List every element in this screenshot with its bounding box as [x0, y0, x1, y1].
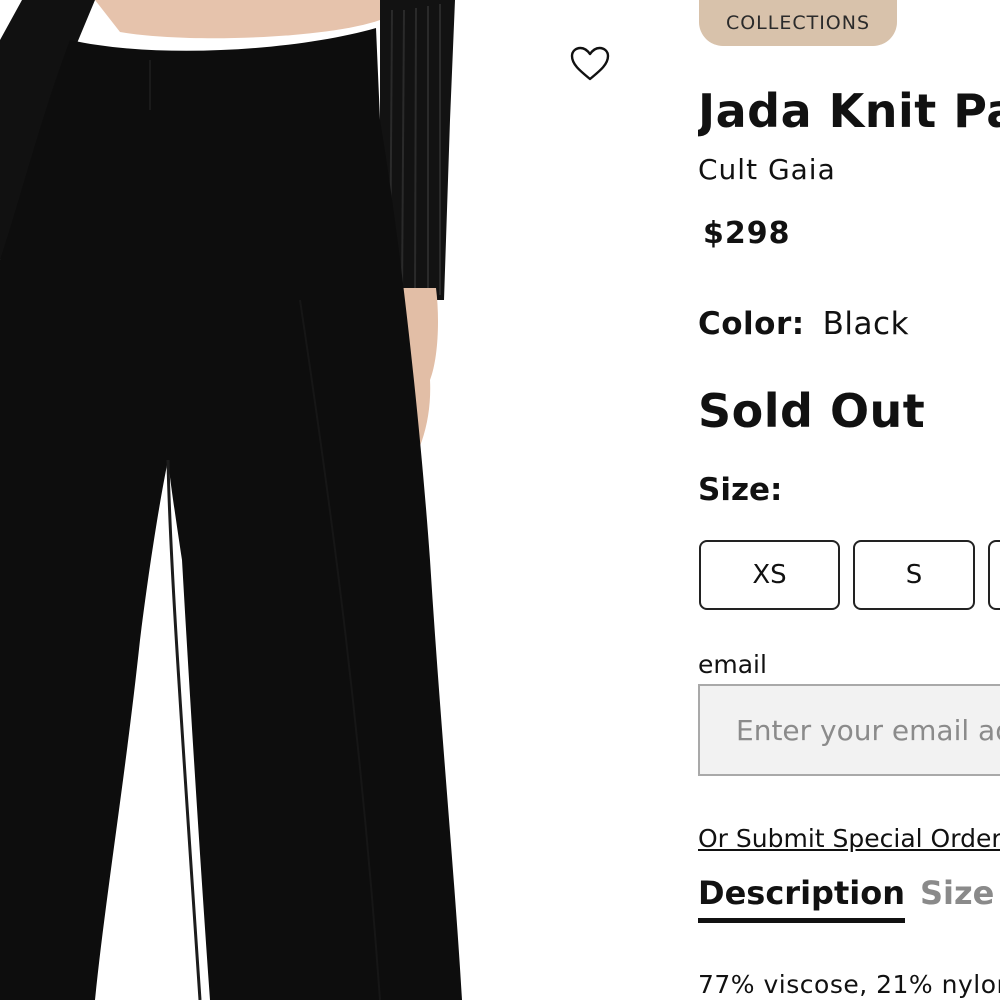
tab-description[interactable]: Description [698, 874, 905, 923]
size-option-m[interactable]: M [988, 540, 1000, 610]
product-price: $298 [703, 216, 791, 251]
size-option-s[interactable]: S [853, 540, 975, 610]
product-photo-illustration [0, 0, 462, 1000]
tab-size-fit[interactable]: Size & Fit [920, 874, 1000, 912]
color-value: Black [822, 306, 910, 342]
color-label: Color: [698, 306, 805, 342]
product-image[interactable] [0, 0, 640, 1000]
color-row: Color: Black [698, 306, 909, 342]
heart-outline-icon [570, 46, 610, 81]
special-order-link[interactable]: Or Submit Special Order [698, 824, 1000, 853]
email-input[interactable] [698, 684, 1000, 776]
size-option-xs[interactable]: XS [699, 540, 840, 610]
product-brand[interactable]: Cult Gaia [698, 153, 836, 186]
availability-status: Sold Out [698, 384, 926, 438]
size-label: Size: [698, 472, 783, 508]
product-details-panel: COLLECTIONS Jada Knit Pant Cult Gaia $29… [698, 0, 1000, 1000]
description-text: 77% viscose, 21% nylon, 2% elastane [698, 970, 1000, 999]
email-label: email [698, 650, 767, 679]
collections-badge[interactable]: COLLECTIONS [699, 0, 897, 46]
product-title: Jada Knit Pant [698, 84, 1000, 138]
wishlist-heart-icon[interactable] [566, 42, 614, 86]
